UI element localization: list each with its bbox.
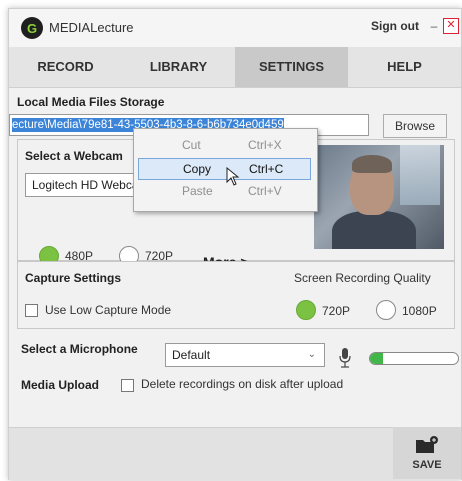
context-menu: Cut Ctrl+X Copy Ctrl+C Paste Ctrl+V [133,128,318,212]
menu-item-paste-label: Paste [182,184,213,198]
capture-title: Capture Settings [25,271,122,285]
title-bar: G MEDIALecture Sign out – ✕ [9,9,461,47]
tab-help[interactable]: HELP [348,47,461,87]
upload-title: Media Upload [21,378,100,392]
storage-title: Local Media Files Storage [17,95,165,109]
menu-item-copy-label: Copy [183,162,212,176]
mouse-cursor-icon [226,167,240,186]
folder-add-icon [416,436,438,453]
quality-720-label: 720P [322,304,351,318]
menu-item-copy-shortcut: Ctrl+C [249,162,284,176]
tab-record[interactable]: RECORD [9,47,122,87]
mic-level-fill [370,353,384,364]
menu-item-copy[interactable]: Copy Ctrl+C [138,158,311,180]
low-capture-label: Use Low Capture Mode [45,303,172,317]
browse-button[interactable]: Browse [383,114,447,138]
quality-1080-label: 1080P [402,304,437,318]
menu-item-paste-shortcut: Ctrl+V [248,184,282,198]
quality-title: Screen Recording Quality [294,271,431,285]
mic-select-value: Default [172,348,211,362]
quality-1080-radio[interactable] [376,300,396,320]
mic-select[interactable]: Default ⌄ [165,343,325,367]
mic-level-meter [369,352,459,365]
tab-library[interactable]: LIBRARY [122,47,235,87]
sign-out-link[interactable]: Sign out [371,19,419,33]
save-button[interactable]: SAVE [393,427,461,479]
delete-after-upload-checkbox[interactable] [121,379,134,392]
quality-720-radio[interactable] [296,300,316,320]
app-logo-icon: G [21,17,43,39]
app-window: G MEDIALecture Sign out – ✕ RECORD LIBRA… [8,8,462,480]
chevron-down-icon: ⌄ [307,349,316,360]
save-label: SAVE [412,459,442,471]
main-tabs: RECORD LIBRARY SETTINGS HELP [9,47,461,88]
microphone-icon [339,348,351,368]
webcam-title: Select a Webcam [25,149,123,163]
low-capture-checkbox[interactable] [25,304,38,317]
menu-item-paste[interactable]: Paste Ctrl+V [138,181,311,203]
menu-item-cut-shortcut: Ctrl+X [248,138,282,152]
menu-item-cut[interactable]: Cut Ctrl+X [138,135,311,157]
delete-after-upload-label: Delete recordings on disk after upload [141,377,344,391]
menu-item-cut-label: Cut [182,138,201,152]
mic-title: Select a Microphone [21,342,138,356]
app-title: MEDIALecture [49,20,134,35]
minimize-icon[interactable]: – [427,19,441,33]
close-icon[interactable]: ✕ [443,18,459,34]
tab-settings[interactable]: SETTINGS [235,47,348,87]
webcam-preview [314,145,444,249]
